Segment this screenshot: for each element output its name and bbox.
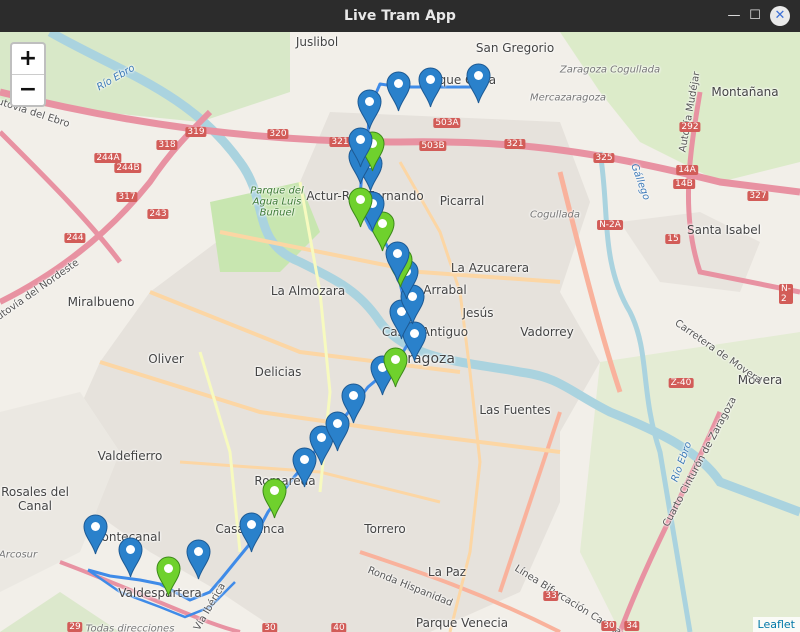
tram-marker-green[interactable] [261, 478, 287, 519]
road-number: Z-40 [668, 378, 694, 388]
road-number: 243 [147, 209, 169, 219]
road-number: 29 [67, 622, 83, 632]
tram-marker-blue[interactable] [185, 539, 211, 580]
window-title: Live Tram App [344, 8, 456, 24]
close-button[interactable]: ✕ [770, 6, 790, 26]
map-pin-icon [340, 383, 366, 424]
zoom-in-button[interactable]: + [12, 44, 44, 75]
map-pin-icon [347, 187, 373, 228]
place-label: Torrero [364, 522, 406, 536]
tram-marker-blue[interactable] [117, 537, 143, 578]
road-number: 503A [433, 118, 461, 128]
place-label: Vadorrey [520, 325, 574, 339]
maximize-button[interactable]: ☐ [745, 6, 765, 26]
place-label: La Azucarera [450, 261, 530, 275]
place-label: La Paz [427, 565, 467, 579]
tram-marker-blue[interactable] [356, 89, 382, 130]
road-number: 244 [64, 233, 86, 243]
map-pin-icon [385, 71, 411, 112]
road-number: 292 [679, 122, 701, 132]
map-view[interactable]: Juslibol San Gregorio Parque Goya Zarago… [0, 32, 800, 632]
place-label: Parque del Agua Luis Buñuel [250, 185, 304, 219]
place-label: Arrabal [423, 283, 467, 297]
map-pin-icon [356, 89, 382, 130]
place-label: Juslibol [295, 35, 339, 49]
place-label: Santa Isabel [687, 223, 761, 237]
tram-marker-blue[interactable] [82, 514, 108, 555]
tram-marker-blue[interactable] [465, 63, 491, 104]
map-pin-icon [347, 127, 373, 168]
place-label: Cogullada [530, 209, 580, 221]
road-number: 325 [593, 153, 615, 163]
tram-marker-green[interactable] [155, 556, 181, 597]
tram-marker-blue[interactable] [347, 127, 373, 168]
road-number: 503B [419, 141, 447, 151]
place-label: Rosales del Canal [1, 485, 69, 513]
map-pin-icon [261, 478, 287, 519]
place-label: Miralbueno [67, 295, 135, 309]
place-label: Montañana [711, 85, 779, 99]
road-number: 30 [262, 623, 278, 632]
tram-marker-blue[interactable] [417, 67, 443, 108]
road-number: 321 [504, 139, 526, 149]
place-label: Jesús [462, 306, 494, 320]
road-number: 318 [156, 140, 178, 150]
place-label: La Almozara [270, 284, 346, 298]
road-number: 40 [331, 623, 347, 632]
road-number: 244A [94, 153, 122, 163]
zoom-out-button[interactable]: − [12, 75, 44, 105]
road-number: 244B [114, 163, 142, 173]
tram-marker-blue[interactable] [238, 512, 264, 553]
road-number: 14A [676, 165, 698, 175]
place-label: Arcosur [0, 549, 38, 561]
map-pin-icon [465, 63, 491, 104]
road-number: 33 [543, 591, 559, 601]
road-number: N-2 [779, 284, 793, 304]
road-number: 34 [624, 621, 640, 631]
road-number: 317 [116, 192, 138, 202]
tram-marker-green[interactable] [347, 187, 373, 228]
map-pin-icon [155, 556, 181, 597]
minimize-button[interactable]: — [724, 6, 744, 26]
road-number: 30 [601, 621, 617, 631]
place-label: Picarral [439, 194, 485, 208]
place-label: Delicias [254, 365, 302, 379]
place-label: Parque Venecia [415, 616, 509, 630]
place-label: Valdefierro [97, 449, 163, 463]
road-number: 14B [673, 179, 695, 189]
road-number: 319 [185, 127, 207, 137]
tram-marker-blue[interactable] [340, 383, 366, 424]
place-label: San Gregorio [475, 41, 555, 55]
place-label: Todas direcciones [85, 623, 175, 632]
place-label: Mercazaragoza [530, 92, 606, 104]
road-number: 327 [747, 191, 769, 201]
tram-marker-blue[interactable] [385, 71, 411, 112]
road-number: 15 [665, 234, 681, 244]
leaflet-attribution-link[interactable]: Leaflet [752, 617, 800, 632]
zoom-control: + − [10, 42, 46, 107]
map-pin-icon [185, 539, 211, 580]
map-pin-icon [117, 537, 143, 578]
map-pin-icon [238, 512, 264, 553]
place-label: Oliver [148, 352, 184, 366]
map-pin-icon [82, 514, 108, 555]
road-number: N-2A [597, 220, 623, 230]
title-bar: Live Tram App — ☐ ✕ [0, 0, 800, 32]
map-pin-icon [417, 67, 443, 108]
place-label: Zaragoza Cogullada [559, 64, 661, 76]
road-number: 320 [267, 129, 289, 139]
place-label: Las Fuentes [479, 403, 551, 417]
